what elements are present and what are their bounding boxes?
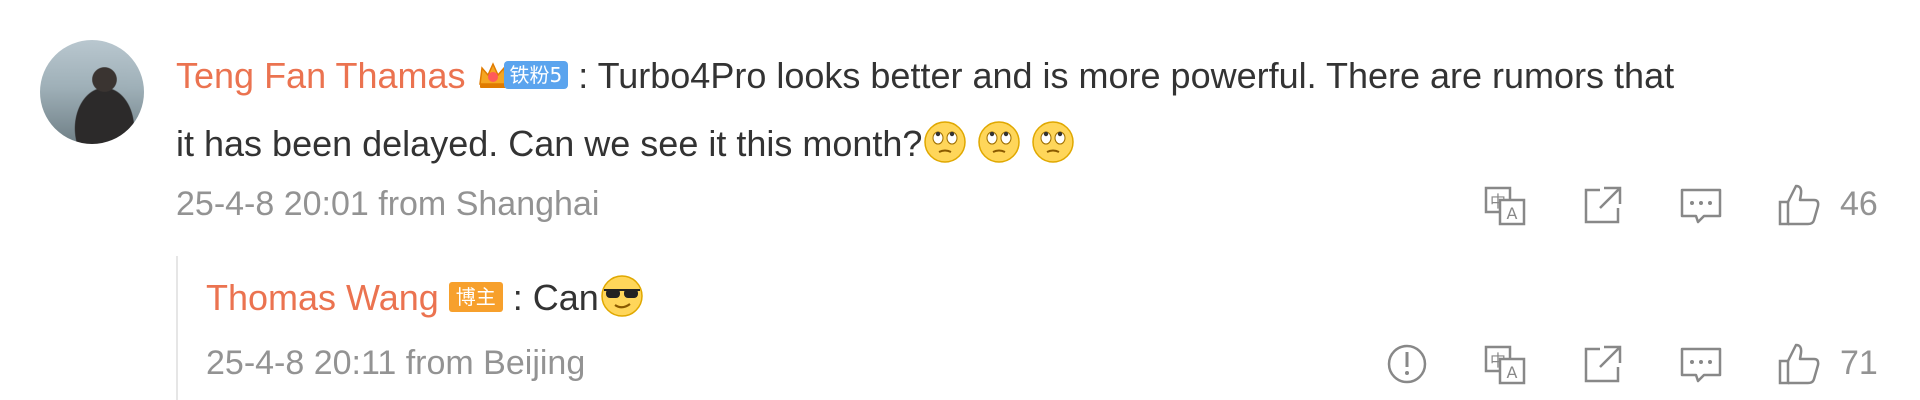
comment-text-line-2: it has been delayed. Can we see it this …	[176, 110, 1876, 178]
rolling-eyes-emoji-icon	[1032, 121, 1075, 164]
like-icon[interactable]	[1776, 182, 1822, 228]
comment-text-2: it has been delayed. Can we see it this …	[176, 123, 923, 164]
sunglasses-emoji-icon	[601, 275, 643, 318]
comment-icon[interactable]	[1678, 341, 1724, 387]
reply-text-line: Thomas Wang 博主 : Can	[206, 264, 653, 332]
comment-icon[interactable]	[1678, 182, 1724, 228]
comment-author-name[interactable]: Teng Fan Thamas	[176, 55, 466, 96]
comment-timestamp: 25-4-8 20:01 from Shanghai	[176, 185, 600, 223]
comment-text-1: : Turbo4Pro looks better and is more pow…	[578, 55, 1675, 96]
rolling-eyes-emoji-icon	[924, 121, 967, 164]
reply-text: : Can	[512, 277, 599, 318]
translate-icon[interactable]: 中 A	[1482, 182, 1528, 228]
like-icon[interactable]	[1776, 341, 1822, 387]
reply-like-count: 71	[1840, 344, 1878, 382]
svg-text:A: A	[1507, 204, 1518, 223]
rolling-eyes-emoji-icon	[978, 121, 1021, 164]
owner-badge: 博主	[448, 282, 503, 313]
reply-author-name[interactable]: Thomas Wang	[206, 277, 439, 318]
translate-icon[interactable]: 中 A	[1482, 341, 1528, 387]
reply-timestamp: 25-4-8 20:11 from Beijing	[206, 344, 586, 382]
avatar[interactable]	[40, 40, 144, 144]
svg-text:A: A	[1507, 363, 1518, 382]
comment-body: Teng Fan Thamas 铁粉5 : Turbo4Pro looks be…	[176, 42, 1876, 178]
fan-level-badge: 铁粉5	[503, 61, 569, 90]
report-icon[interactable]	[1384, 341, 1430, 387]
like-count: 46	[1840, 185, 1878, 223]
share-icon[interactable]	[1580, 182, 1626, 228]
share-icon[interactable]	[1580, 341, 1626, 387]
comment-text-line-1: Teng Fan Thamas 铁粉5 : Turbo4Pro looks be…	[176, 42, 1876, 110]
